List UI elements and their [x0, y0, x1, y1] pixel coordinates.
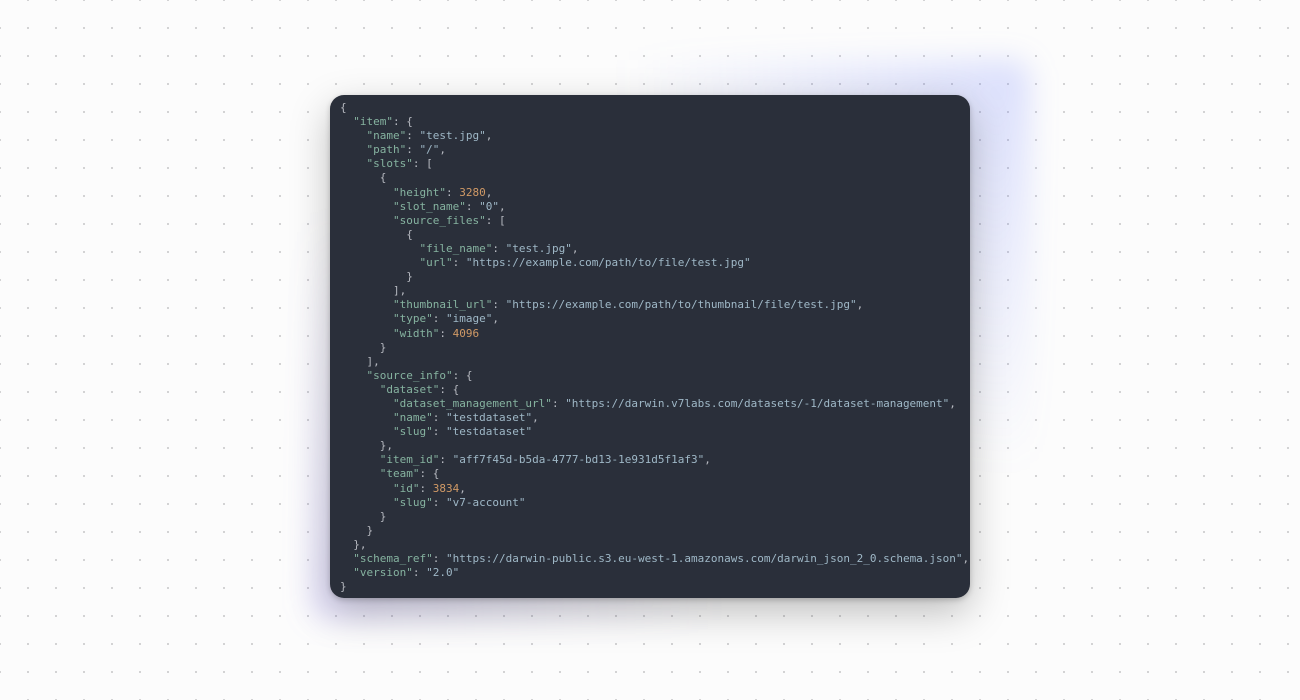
dotted-background-card: { "item": { "name": "test.jpg", "path": … — [0, 0, 1300, 700]
code-card: { "item": { "name": "test.jpg", "path": … — [330, 95, 970, 598]
json-code-block: { "item": { "name": "test.jpg", "path": … — [340, 101, 960, 594]
